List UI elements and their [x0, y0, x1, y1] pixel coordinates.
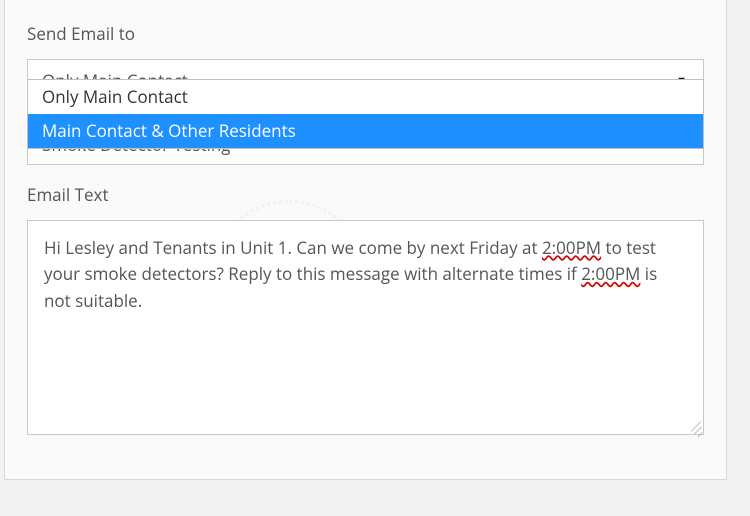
email-text-spellflag: 2:00PM [542, 236, 601, 259]
send-to-label: Send Email to [27, 22, 704, 45]
email-text-content: Hi Lesley and Tenants in Unit 1. Can we … [28, 221, 703, 328]
dropdown-option-main-contact[interactable]: Only Main Contact [28, 80, 703, 114]
dropdown-option-main-and-residents[interactable]: Main Contact & Other Residents [28, 114, 703, 148]
send-to-dropdown: Only Main Contact Main Contact & Other R… [27, 79, 704, 149]
email-text-spellflag: 2:00PM [581, 262, 640, 285]
email-text-label: Email Text [27, 183, 704, 206]
email-text-field: Email Text Hi Lesley and Tenants in Unit… [5, 165, 726, 435]
email-text-textarea[interactable]: Hi Lesley and Tenants in Unit 1. Can we … [27, 220, 704, 435]
email-text-segment: Hi Lesley and Tenants in Unit 1. Can we … [44, 236, 542, 259]
resize-handle-icon[interactable] [687, 418, 701, 432]
form-panel: ossis Send Email to Only Main Contact ▼ … [4, 0, 727, 480]
send-to-field: Send Email to Only Main Contact ▼ Only M… [5, 0, 726, 101]
